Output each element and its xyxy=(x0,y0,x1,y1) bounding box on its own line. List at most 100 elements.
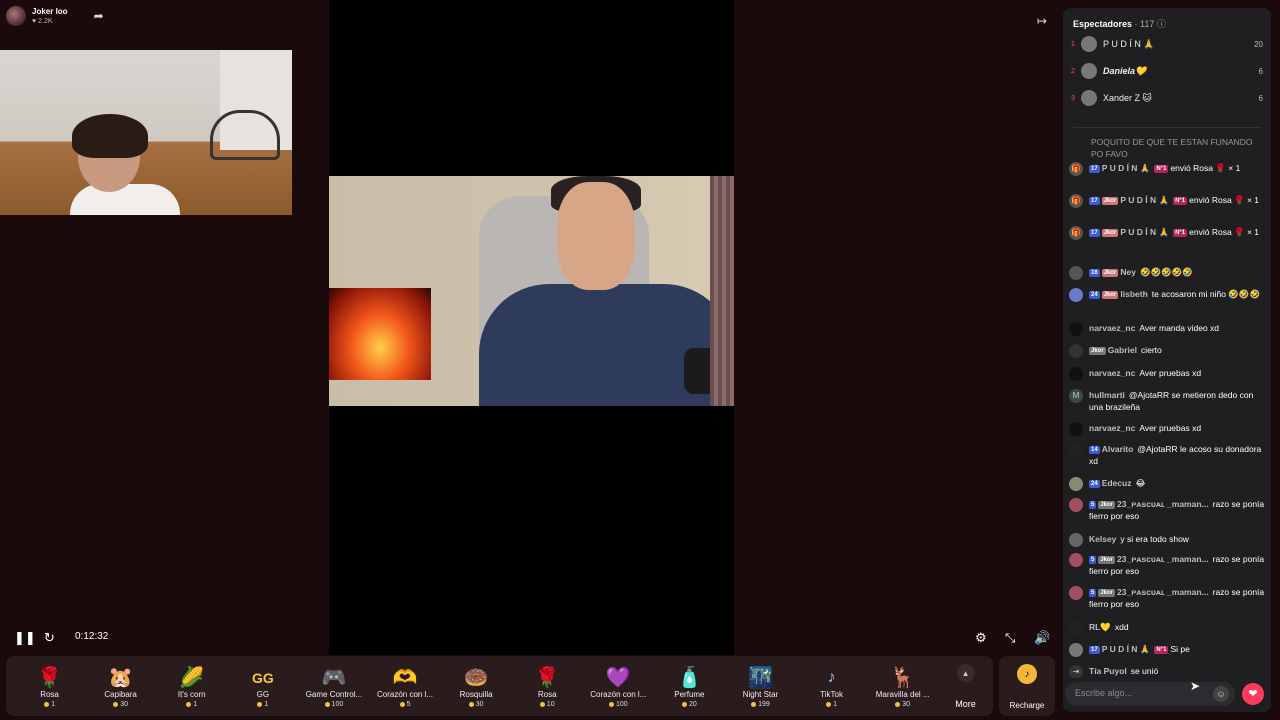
host-info[interactable]: Joker loo ♥ 2.2K ➦ xyxy=(6,6,104,26)
chat-message[interactable]: 🎁 17 P U D Í N 🙏 N°1 envió Rosa 🌹 × 1 xyxy=(1069,162,1265,176)
coin-icon xyxy=(113,701,119,707)
join-icon: ⇥ xyxy=(1069,665,1083,678)
chat-message[interactable]: 24 Edecuz 😂 xyxy=(1069,477,1265,491)
gift-item[interactable]: 🌽 It's corn 1 xyxy=(156,658,227,714)
host-avatar[interactable] xyxy=(6,6,26,26)
gift-item[interactable]: 🌹 Rosa 1 xyxy=(14,658,85,714)
avatar xyxy=(1069,322,1083,336)
chat-input-placeholder: Escribe algo... xyxy=(1075,688,1133,698)
chat-message[interactable]: ⇥ Tía Puyol se unió xyxy=(1069,665,1265,678)
chat-list[interactable]: POQUITO DE QUE TE ESTAN FUNANDO PO FAVO … xyxy=(1063,130,1271,678)
gift-bar: 🌹 Rosa 1 🐹 Capibara 30 🌽 It's corn 1 GG GG 1 🎮 Ga… xyxy=(6,656,993,716)
gift-item[interactable]: ♪ TikTok 1 xyxy=(796,658,867,714)
emoji-icon[interactable]: ☺ xyxy=(1213,686,1229,702)
gift-item[interactable]: GG GG 1 xyxy=(227,658,298,714)
gift-item[interactable]: 🦌 Maravilla del ... 30 xyxy=(867,658,938,714)
more-label: More xyxy=(955,699,976,709)
avatar xyxy=(1081,36,1097,52)
avatar xyxy=(1069,621,1083,635)
chat-message[interactable]: 🎁 17 Jkor P U D Í N 🙏 N°1 envió Rosa 🌹 × 1 xyxy=(1069,226,1265,240)
gift-item[interactable]: 🌹 Rosa 10 xyxy=(512,658,583,714)
chat-message[interactable]: 16 Jkor Ney 🤣🤣🤣🤣🤣 xyxy=(1069,266,1265,280)
chat-message[interactable]: narvaez_nc Aver pruebas xd xyxy=(1069,367,1265,381)
gift-icon: GG xyxy=(251,670,274,686)
avatar xyxy=(1069,266,1083,280)
info-icon[interactable]: ⓘ xyxy=(1157,19,1166,29)
coin-icon xyxy=(186,701,192,707)
avatar xyxy=(1081,63,1097,79)
chat-message[interactable]: 24 Jkor lisbeth te acosaron mi niño 🤣🤣🤣 xyxy=(1069,288,1265,302)
streamer-face xyxy=(557,182,635,290)
gift-icon: 🧴 xyxy=(676,667,702,689)
chat-message[interactable]: Mhullmarti @AjotaRR se metieron dedo con … xyxy=(1069,389,1265,413)
settings-icon[interactable]: ⚙ xyxy=(975,630,987,646)
chat-message[interactable]: Kelsey y si era todo show xyxy=(1069,533,1265,547)
faded-message: POQUITO DE QUE TE ESTAN FUNANDO PO FAVO xyxy=(1091,137,1253,159)
gift-icon: 🦌 xyxy=(890,667,916,689)
chat-message[interactable]: 5 Jkor 23_ᴘᴀsᴄᴜᴀʟ _maman... razo se ponía f… xyxy=(1069,498,1265,522)
coin-icon: ♪ xyxy=(1017,664,1037,684)
gift-item[interactable]: 🐹 Capibara 30 xyxy=(85,658,156,714)
side-panel: Espectadores · 117 ⓘ 1P U D Í N 🙏 20 2 Dan… xyxy=(1063,8,1271,712)
recharge-button[interactable]: ♪ Recharge xyxy=(999,656,1055,716)
gift-icon: 🎁 xyxy=(1069,162,1083,176)
playback-time: 0:12:32 xyxy=(75,631,109,642)
gift-icon: 🍩 xyxy=(463,667,489,689)
gift-icon: 🎮 xyxy=(321,667,347,689)
volume-icon[interactable]: 🔊 xyxy=(1034,630,1050,646)
recharge-label: Recharge xyxy=(1009,701,1045,710)
chat-input[interactable]: Escribe algo... ☺ xyxy=(1065,682,1235,706)
gift-item[interactable]: 🎮 Game Control... 100 xyxy=(298,658,369,714)
coin-icon xyxy=(826,701,832,707)
fireplace-tv xyxy=(329,288,431,380)
coin-icon xyxy=(681,701,687,707)
chat-message[interactable]: narvaez_nc Aver manda video xd xyxy=(1069,322,1265,336)
chat-message[interactable]: RL💛 xdd xyxy=(1069,621,1265,635)
gift-item[interactable]: 🌃 Night Star 199 xyxy=(725,658,796,714)
collapse-panel-icon[interactable]: ↦ xyxy=(1037,14,1047,28)
avatar xyxy=(1069,367,1083,381)
avatar xyxy=(1069,553,1083,567)
top-viewer-row[interactable]: 2 Daniela💛 6 xyxy=(1071,62,1263,80)
chat-message[interactable]: 5 Jkor 23_ᴘᴀsᴄᴜᴀʟ _maman... razo se ponía f… xyxy=(1069,586,1265,610)
mouse-cursor-icon: ➤ xyxy=(1190,679,1201,693)
chat-message[interactable]: 17 P U D Í N 🙏 N°1 Si pe xyxy=(1069,643,1265,657)
gift-icon: ♪ xyxy=(827,669,836,686)
chat-message[interactable]: Jkor Gabriel cierto xyxy=(1069,344,1265,358)
top-viewer-row[interactable]: 3 Xander Z 🐱 6 xyxy=(1071,89,1263,107)
avatar xyxy=(1069,586,1083,600)
refresh-icon[interactable]: ↻ xyxy=(44,630,55,646)
main-video-feed[interactable] xyxy=(329,176,734,406)
avatar xyxy=(1069,643,1083,657)
chat-message[interactable]: 5 Jkor 23_ᴘᴀsᴄᴜᴀʟ _maman... razo se ponía f… xyxy=(1069,553,1265,577)
guest-camera-feed[interactable] xyxy=(0,50,292,215)
gift-item[interactable]: 🍩 Rosquilla 30 xyxy=(441,658,512,714)
share-icon[interactable]: ➦ xyxy=(94,9,104,23)
curtain xyxy=(710,176,734,406)
gift-icon: 🎁 xyxy=(1069,226,1083,240)
exercise-bike xyxy=(210,110,280,160)
avatar xyxy=(1069,288,1083,302)
fullscreen-exit-icon[interactable]: ⤡ xyxy=(1005,630,1015,646)
chat-message[interactable]: narvaez_nc Aver pruebas xd xyxy=(1069,422,1265,436)
gift-item[interactable]: 🫶 Corazón con l... 5 xyxy=(369,658,440,714)
viewer-count: · 117 xyxy=(1134,19,1155,29)
like-heart-button[interactable]: ❤ xyxy=(1242,683,1264,705)
coin-icon xyxy=(895,701,901,707)
pause-icon[interactable]: ❚❚ xyxy=(14,630,36,646)
chat-message[interactable]: 14 Alvarito @AjotaRR le acoso su donadora … xyxy=(1069,443,1265,467)
coin-icon xyxy=(608,701,614,707)
coin-icon xyxy=(257,701,263,707)
avatar xyxy=(1069,422,1083,436)
avatar xyxy=(1069,443,1083,457)
avatar xyxy=(1069,498,1083,512)
gift-item[interactable]: 🧴 Perfume 20 xyxy=(654,658,725,714)
host-name[interactable]: Joker loo xyxy=(32,7,68,17)
coin-icon xyxy=(468,701,474,707)
gift-item[interactable]: 💜 Corazón con l... 100 xyxy=(583,658,654,714)
top-viewer-row[interactable]: 1P U D Í N 🙏 20 xyxy=(1071,35,1263,53)
chat-message[interactable]: 🎁 17 Jkor P U D Í N 🙏 N°1 envió Rosa 🌹 × 1 xyxy=(1069,194,1265,208)
host-likes: ♥ 2.2K xyxy=(32,17,53,25)
more-gifts-button[interactable]: ▲ More xyxy=(938,658,993,714)
viewers-header[interactable]: Espectadores · 117 ⓘ xyxy=(1073,17,1166,30)
